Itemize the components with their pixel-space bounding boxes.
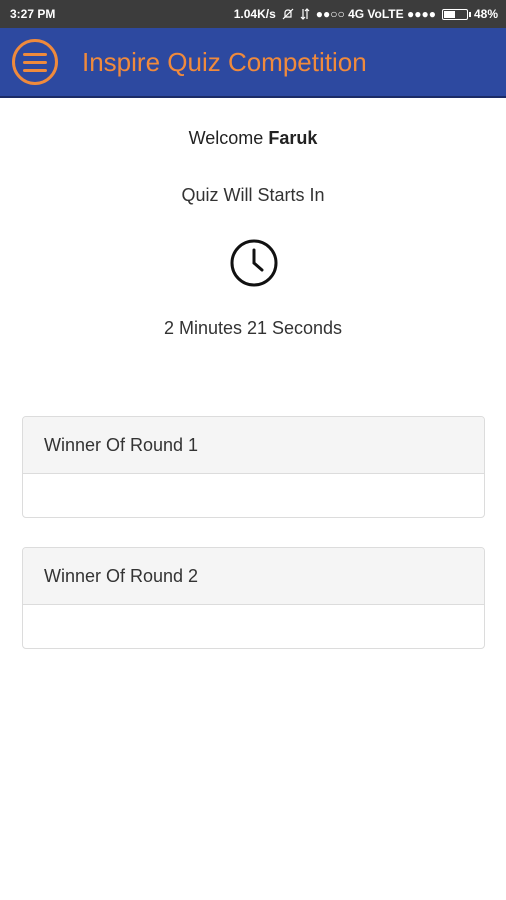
app-title: Inspire Quiz Competition	[82, 46, 367, 77]
round-1-winner	[23, 474, 484, 517]
battery-percent: 48%	[473, 7, 498, 21]
clock-icon	[230, 239, 278, 287]
welcome-message: Welcome Faruk	[0, 128, 506, 149]
status-time: 3:27 PM	[10, 7, 56, 21]
mute-icon	[282, 8, 294, 20]
battery-icon	[441, 8, 471, 20]
signal-indicator: ●●○○ 4G VoLTE ●●●●	[315, 7, 436, 21]
user-name: Faruk	[268, 128, 318, 148]
status-indicators: 1.04K/s ●●○○ 4G VoLTE ●●●● 48%	[234, 7, 498, 21]
hamburger-menu-icon[interactable]	[12, 39, 58, 85]
status-bar: 3:27 PM 1.04K/s ●●○○ 4G VoLTE ●●●● 48%	[0, 0, 506, 28]
countdown-timer: 2 Minutes 21 Seconds	[163, 318, 343, 338]
data-transfer-icon	[300, 8, 310, 20]
round-1-panel: Winner Of Round 1	[22, 416, 485, 518]
welcome-prefix: Welcome	[188, 128, 264, 148]
round-2-heading: Winner Of Round 2	[23, 548, 484, 605]
app-bar: Inspire Quiz Competition	[0, 28, 506, 98]
round-2-winner	[23, 605, 484, 648]
network-speed: 1.04K/s	[233, 7, 276, 21]
round-2-panel: Winner Of Round 2	[22, 547, 485, 649]
quiz-starts-label: Quiz Will Starts In	[181, 185, 325, 205]
round-1-heading: Winner Of Round 1	[23, 417, 484, 474]
